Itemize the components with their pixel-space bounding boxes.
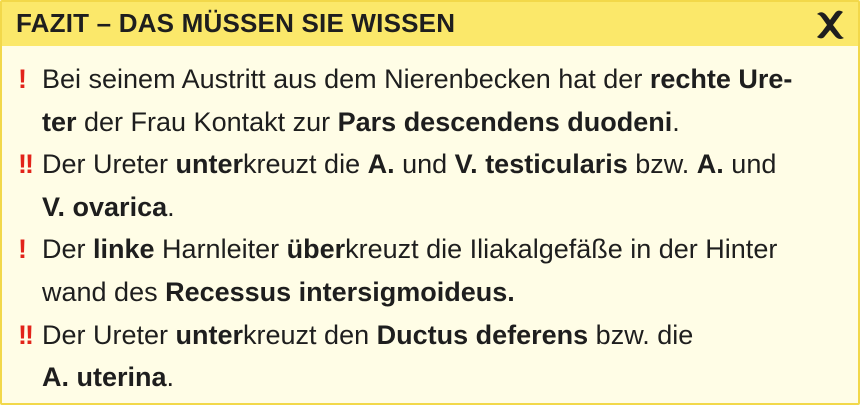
exclamation-marker: ! xyxy=(18,64,27,94)
bold-term: V. ovarica xyxy=(42,191,168,222)
fazit-item: ! Der linke Harnleiter überkreuzt die Ili… xyxy=(18,228,842,314)
exclamation-marker: ! xyxy=(18,234,27,265)
fazit-item: !! Der Ureter unterkreuzt die A. und V. t… xyxy=(18,143,842,229)
text-segment: wand des xyxy=(42,276,166,307)
bold-term: Pars descendens duodeni xyxy=(337,106,673,137)
close-icon-graphic xyxy=(817,10,844,39)
fazit-line: Der linke Harnleiter überkreuzt die Ilia… xyxy=(42,228,842,271)
text-segment: kreuzt die Iliakalgefäße in der Hinter xyxy=(345,234,778,265)
text-segment: Der Ureter xyxy=(42,319,176,350)
text-segment: und xyxy=(394,149,455,180)
bold-term: ter xyxy=(42,106,77,137)
double-exclamation-marker: !! xyxy=(18,319,34,350)
bold-term: unter xyxy=(175,319,244,350)
bold-term: unter xyxy=(175,149,244,180)
fazit-item: ! Bei seinem Austritt aus dem Nierenbecke… xyxy=(18,58,842,144)
fazit-line: Der Ureter unterkreuzt den Ductus defere… xyxy=(42,314,842,357)
fazit-box: FAZIT – DAS MÜSSEN SIE WISSEN ! Bei seine… xyxy=(0,0,860,405)
text-segment: kreuzt die xyxy=(243,149,368,180)
text-segment: . xyxy=(166,362,175,393)
text-segment: Der Ureter xyxy=(42,149,176,180)
bold-term: A. xyxy=(367,149,395,180)
fazit-item: !! Der Ureter unterkreuzt den Ductus defe… xyxy=(18,314,842,399)
bold-term: über xyxy=(286,234,346,265)
bold-term: rechte Ure- xyxy=(649,64,793,94)
bold-term: linke xyxy=(93,234,155,265)
close-icon[interactable] xyxy=(812,5,848,41)
fazit-line: Bei seinem Austritt aus dem Nierenbecken… xyxy=(42,58,842,101)
text-segment: und xyxy=(723,149,777,180)
fazit-line: A. uterina. xyxy=(42,356,842,399)
fazit-line: Der Ureter unterkreuzt die A. und V. tes… xyxy=(42,143,842,186)
bold-term: V. testicularis xyxy=(454,149,628,180)
fazit-line: V. ovarica. xyxy=(42,186,842,229)
fazit-title: FAZIT – DAS MÜSSEN SIE WISSEN xyxy=(16,8,456,38)
text-segment: bzw. die xyxy=(588,319,694,350)
text-segment: . xyxy=(167,191,175,222)
double-exclamation-marker: !! xyxy=(18,149,34,180)
fazit-line: ter der Frau Kontakt zur Pars descendens… xyxy=(42,101,842,144)
bold-term: A. xyxy=(696,149,724,180)
bold-term: A. uterina xyxy=(42,362,167,393)
text-segment: Bei seinem Austritt aus dem Nierenbecken… xyxy=(42,64,650,94)
fazit-content: ! Bei seinem Austritt aus dem Nierenbecke… xyxy=(18,58,842,399)
text-segment: Harnleiter xyxy=(154,234,287,265)
text-segment: der Frau Kontakt zur xyxy=(76,106,338,137)
bold-term: Ductus deferens xyxy=(376,319,589,350)
text-segment: Der xyxy=(42,234,94,265)
fazit-line: wand des Recessus intersigmoideus. xyxy=(42,271,842,314)
text-segment: bzw. xyxy=(627,149,697,180)
bold-term: Recessus intersigmoideus. xyxy=(165,276,515,307)
text-segment: . xyxy=(672,106,680,137)
fazit-header: FAZIT – DAS MÜSSEN SIE WISSEN xyxy=(2,2,858,46)
text-segment: kreuzt den xyxy=(243,319,377,350)
